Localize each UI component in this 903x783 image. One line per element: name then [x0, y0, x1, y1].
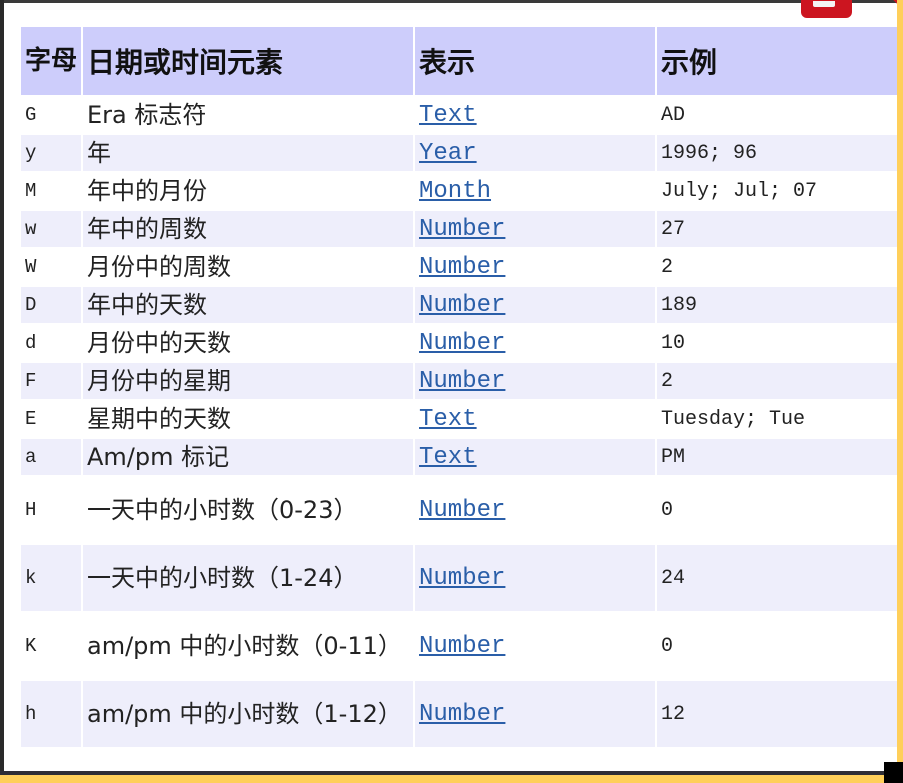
table-row: h am/pm 中的小时数（1-12） Number 12 [21, 681, 897, 747]
element-cell: 年中的月份 [87, 177, 207, 205]
example-cell: 0 [661, 498, 674, 522]
header-presentation: 表示 [415, 27, 655, 95]
letter-cell: w [21, 211, 81, 247]
presentation-link[interactable]: Number [419, 330, 505, 357]
example-cell: 1996; 96 [657, 135, 897, 171]
table-row: D 年中的天数 Number 189 [21, 287, 897, 323]
window-bottom-border [0, 775, 903, 783]
element-cell: 一天中的小时数（0-23） [87, 496, 358, 524]
table-row: W 月份中的周数 Number 2 [21, 249, 897, 285]
table-row: a Am/pm 标记 Text PM [21, 439, 897, 475]
example-cell: 24 [657, 545, 897, 611]
header-example: 示例 [657, 27, 897, 95]
header-letter: 字母 [21, 27, 81, 95]
table-row: M 年中的月份 Month July; Jul; 07 [21, 173, 897, 209]
element-cell: am/pm 中的小时数（1-12） [83, 681, 413, 747]
presentation-link[interactable]: Text [419, 444, 477, 471]
letter-cell: D [21, 287, 81, 323]
table-header-row: 字母 日期或时间元素 表示 示例 [21, 27, 897, 95]
presentation-link[interactable]: Number [419, 292, 505, 319]
presentation-link[interactable]: Text [419, 406, 477, 433]
table-row: E 星期中的天数 Text Tuesday; Tue [21, 401, 897, 437]
table-row: d 月份中的天数 Number 10 [21, 325, 897, 361]
example-cell: July; Jul; 07 [661, 179, 818, 203]
letter-cell: d [25, 332, 37, 354]
example-cell: 2 [657, 363, 897, 399]
example-cell: 2 [661, 255, 674, 279]
back-icon[interactable] [801, 0, 852, 18]
letter-cell: W [25, 256, 37, 278]
table-row: K am/pm 中的小时数（0-11） Number 0 [21, 613, 897, 679]
letter-cell: a [21, 439, 81, 475]
presentation-link[interactable]: Number [419, 497, 505, 524]
letter-cell: y [21, 135, 81, 171]
table-row: y 年 Year 1996; 96 [21, 135, 897, 171]
example-cell: AD [661, 103, 686, 127]
header-element: 日期或时间元素 [83, 27, 413, 95]
element-cell: 年 [83, 135, 413, 171]
example-cell: 0 [661, 634, 674, 658]
element-cell: 星期中的天数 [87, 405, 231, 433]
presentation-link[interactable]: Number [419, 368, 505, 395]
corner-block [884, 762, 903, 783]
presentation-link[interactable]: Text [419, 102, 477, 129]
letter-cell: h [21, 681, 81, 747]
element-cell: 一天中的小时数（1-24） [83, 545, 413, 611]
element-cell: am/pm 中的小时数（0-11） [87, 632, 402, 660]
example-cell: 10 [661, 331, 686, 355]
table-row: k 一天中的小时数（1-24） Number 24 [21, 545, 897, 611]
window-right-border [897, 0, 903, 775]
element-cell: 年中的周数 [83, 211, 413, 247]
presentation-link[interactable]: Year [419, 140, 477, 167]
letter-cell: M [25, 180, 37, 202]
example-cell: 189 [657, 287, 897, 323]
example-cell: 12 [657, 681, 897, 747]
window-top-border [0, 0, 903, 3]
table-row: H 一天中的小时数（0-23） Number 0 [21, 477, 897, 543]
presentation-link[interactable]: Number [419, 565, 505, 592]
window-left-border [0, 0, 4, 775]
table-row: F 月份中的星期 Number 2 [21, 363, 897, 399]
presentation-link[interactable]: Number [419, 633, 505, 660]
example-cell: Tuesday; Tue [661, 407, 806, 431]
letter-cell: K [25, 635, 37, 657]
element-cell: 年中的天数 [83, 287, 413, 323]
element-cell: Era 标志符 [87, 101, 207, 129]
example-cell: PM [657, 439, 897, 475]
letter-cell: F [21, 363, 81, 399]
presentation-link[interactable]: Number [419, 254, 505, 281]
date-format-table: 字母 日期或时间元素 表示 示例 G Era 标志符 Text AD y 年 Y… [19, 25, 899, 749]
letter-cell: G [25, 104, 37, 126]
element-cell: 月份中的周数 [87, 253, 231, 281]
element-cell: Am/pm 标记 [83, 439, 413, 475]
element-cell: 月份中的天数 [87, 329, 231, 357]
presentation-link[interactable]: Month [419, 178, 491, 205]
presentation-link[interactable]: Number [419, 701, 505, 728]
example-cell: 27 [657, 211, 897, 247]
element-cell: 月份中的星期 [83, 363, 413, 399]
table-row: w 年中的周数 Number 27 [21, 211, 897, 247]
letter-cell: H [25, 499, 37, 521]
letter-cell: E [25, 408, 37, 430]
letter-cell: k [21, 545, 81, 611]
presentation-link[interactable]: Number [419, 216, 505, 243]
table-row: G Era 标志符 Text AD [21, 97, 897, 133]
